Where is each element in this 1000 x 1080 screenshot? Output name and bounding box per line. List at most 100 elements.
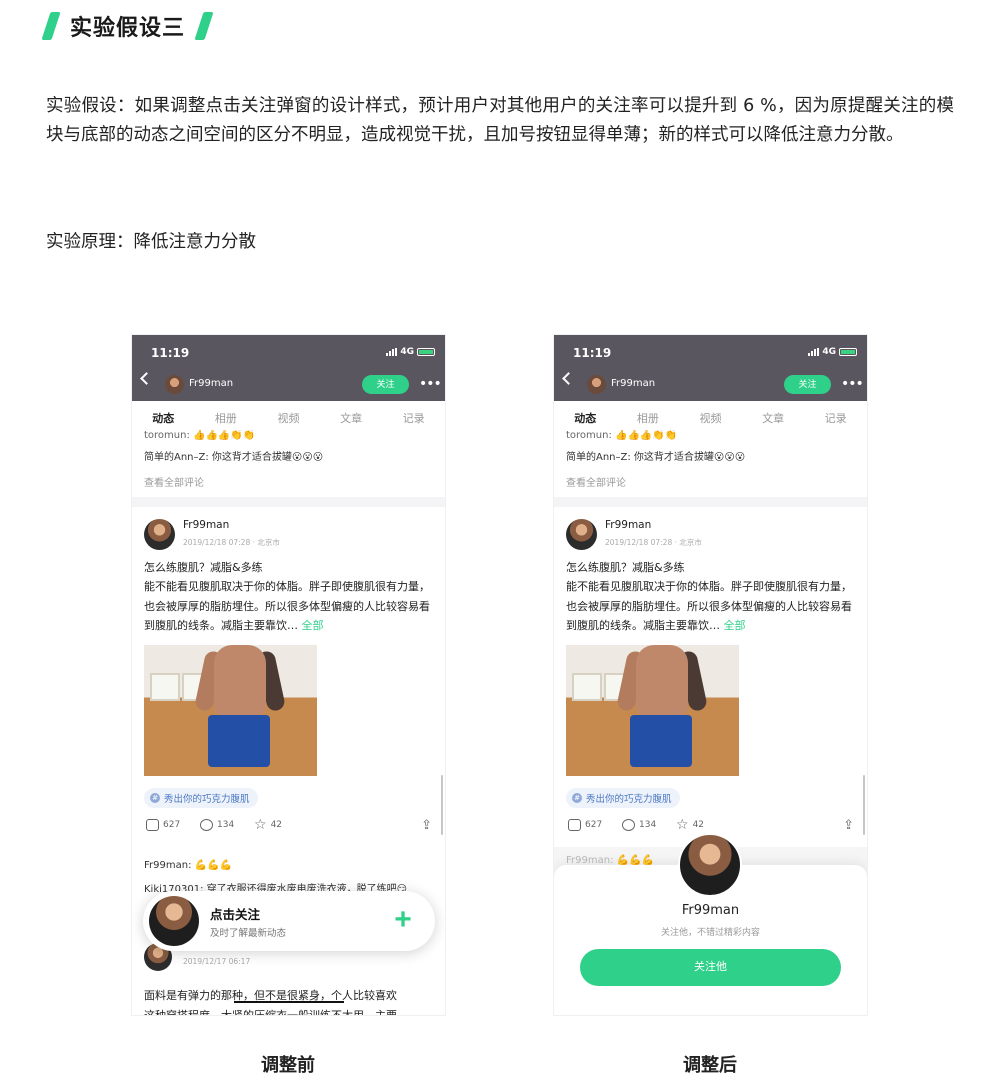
comment-action[interactable]: 134 [200, 819, 234, 831]
star-action[interactable]: ☆ 42 [254, 817, 282, 833]
figure-shorts [208, 715, 270, 767]
like-count: 627 [163, 820, 181, 830]
scrollbar[interactable] [441, 775, 443, 835]
section-heading: 实验假设三 [41, 10, 214, 42]
comment-item: 简单的Ann–Z: 你这背才适合拔罐😮😮😮 [144, 452, 324, 463]
tab-record[interactable]: 记录 [403, 410, 425, 426]
back-arrow-icon[interactable] [562, 372, 575, 385]
post-card: Fr99man 2019/12/18 07:28 · 北京市 怎么练腹肌？减脂&… [132, 507, 445, 847]
follow-button[interactable]: 关注 [784, 375, 831, 394]
like-icon [146, 819, 159, 831]
window-decoration [150, 673, 180, 701]
avatar[interactable] [144, 519, 175, 550]
more-icon[interactable]: ••• [419, 376, 442, 392]
figure-torso [636, 645, 688, 715]
top-bar: 11:19 4G Fr99man 关注 ••• [554, 335, 867, 401]
expand-link[interactable]: 全部 [724, 619, 746, 632]
follow-prompt-subtitle: 及时了解最新动态 [210, 928, 287, 939]
post-card: Fr99man 2019/12/18 07:28 · 北京市 怎么练腹肌？减脂&… [554, 507, 867, 847]
comment-icon [622, 819, 635, 831]
status-time: 11:19 [573, 346, 612, 360]
topic-tag[interactable]: # 秀出你的巧克力腹肌 [566, 788, 680, 808]
more-icon[interactable]: ••• [841, 376, 864, 392]
principle-paragraph: 实验原理：降低注意力分散 [46, 232, 256, 252]
avatar[interactable] [587, 375, 606, 394]
follow-prompt-title: 点击关注 [210, 907, 261, 922]
star-count: 42 [692, 820, 705, 830]
status-time: 11:19 [151, 346, 190, 360]
tab-article[interactable]: 文章 [340, 410, 362, 426]
sheet-username: Fr99man [681, 903, 740, 918]
see-all-comments-link[interactable]: 查看全部评论 [144, 474, 204, 489]
star-icon: ☆ [676, 817, 689, 833]
post-photo[interactable] [566, 645, 739, 776]
comment-count: 134 [217, 820, 235, 830]
post-title: 怎么练腹肌？减脂&多练 [566, 561, 685, 574]
comment-count: 134 [639, 820, 657, 830]
caption-after: 调整后 [683, 1055, 737, 1076]
network-label: 4G [822, 347, 836, 357]
top-bar: 11:19 4G Fr99man 关注 ••• [132, 335, 445, 401]
post-author[interactable]: Fr99man [183, 519, 229, 531]
slash-decoration [194, 12, 214, 40]
comment-meta: 2019/12/17 06:17 [183, 957, 251, 966]
comment-action[interactable]: 134 [622, 819, 656, 831]
topic-tag-label: 秀出你的巧克力腹肌 [586, 794, 672, 805]
post-title: 怎么练腹肌？减脂&多练 [144, 561, 263, 574]
tab-dynamic[interactable]: 动态 [152, 410, 174, 426]
slash-decoration [41, 12, 61, 40]
post-body-text: 能不能看见腹肌取决于你的体脂。胖子即使腹肌很有力量，也会被厚厚的脂肪埋住。所以很… [144, 580, 430, 632]
like-action[interactable]: 627 [568, 819, 602, 831]
avatar[interactable] [566, 519, 597, 550]
star-action[interactable]: ☆ 42 [676, 817, 705, 833]
post-photo[interactable] [144, 645, 317, 776]
underline-decoration [234, 1001, 344, 1003]
tab-dynamic[interactable]: 动态 [574, 410, 596, 426]
nav-username: Fr99man [189, 378, 234, 389]
tab-album[interactable]: 相册 [215, 410, 237, 426]
like-icon [568, 819, 581, 831]
follow-him-button[interactable]: 关注他 [580, 949, 841, 986]
network-label: 4G [400, 347, 414, 357]
back-arrow-icon[interactable] [140, 372, 153, 385]
phone-before: 11:19 4G Fr99man 关注 ••• 动态 相册 视频 文章 记录 t… [132, 335, 445, 1015]
window-decoration [572, 673, 602, 701]
follow-prompt-pill[interactable]: 点击关注 及时了解最新动态 + [143, 891, 435, 951]
nav-username: Fr99man [611, 378, 656, 389]
tab-video[interactable]: 视频 [277, 410, 299, 426]
tab-video[interactable]: 视频 [699, 410, 721, 426]
topic-tag[interactable]: # 秀出你的巧克力腹肌 [144, 788, 258, 808]
figure-shorts [630, 715, 692, 767]
topic-icon: # [572, 793, 582, 803]
scrollbar[interactable] [863, 775, 865, 835]
avatar[interactable] [165, 375, 184, 394]
caption-before: 调整前 [261, 1055, 315, 1076]
post-body-text: 能不能看见腹肌取决于你的体脂。胖子即使腹肌很有力量，也会被厚厚的脂肪埋住。所以很… [566, 580, 852, 632]
tab-article[interactable]: 文章 [762, 410, 784, 426]
comment-icon [200, 819, 213, 831]
comments-card: toromun: 👍👍👍👏👏 简单的Ann–Z: 你这背才适合拔罐😮😮😮 查看全… [132, 430, 445, 497]
like-action[interactable]: 627 [146, 819, 180, 831]
post-actions: 627 134 ☆ 42 ⇪ [146, 817, 436, 835]
follow-button[interactable]: 关注 [362, 375, 409, 394]
signal-icon [808, 348, 820, 356]
comment-clipped: toromun: 👍👍👍👏👏 [144, 430, 256, 441]
avatar[interactable] [678, 833, 742, 897]
expand-link[interactable]: 全部 [302, 619, 324, 632]
tab-record[interactable]: 记录 [825, 410, 847, 426]
sheet-subtitle: 关注他，不错过精彩内容 [660, 928, 760, 938]
star-icon: ☆ [254, 817, 267, 833]
share-icon[interactable]: ⇪ [843, 818, 854, 833]
figure-torso [214, 645, 266, 715]
see-all-comments-link[interactable]: 查看全部评论 [566, 474, 626, 489]
battery-icon [417, 348, 435, 356]
add-follow-button[interactable]: + [388, 905, 418, 935]
hypothesis-paragraph: 实验假设：如果调整点击关注弹窗的设计样式，预计用户对其他用户的关注率可以提升到 … [46, 96, 954, 145]
post-body: 能不能看见腹肌取决于你的体脂。胖子即使腹肌很有力量，也会被厚厚的脂肪埋住。所以很… [566, 577, 856, 636]
status-indicators: 4G [808, 347, 857, 357]
post-author[interactable]: Fr99man [605, 519, 651, 531]
comment-item: Fr99man: 💪💪💪 [144, 860, 232, 871]
tab-album[interactable]: 相册 [637, 410, 659, 426]
comment-clipped: toromun: 👍👍👍👏👏 [566, 430, 678, 441]
share-icon[interactable]: ⇪ [421, 818, 432, 833]
